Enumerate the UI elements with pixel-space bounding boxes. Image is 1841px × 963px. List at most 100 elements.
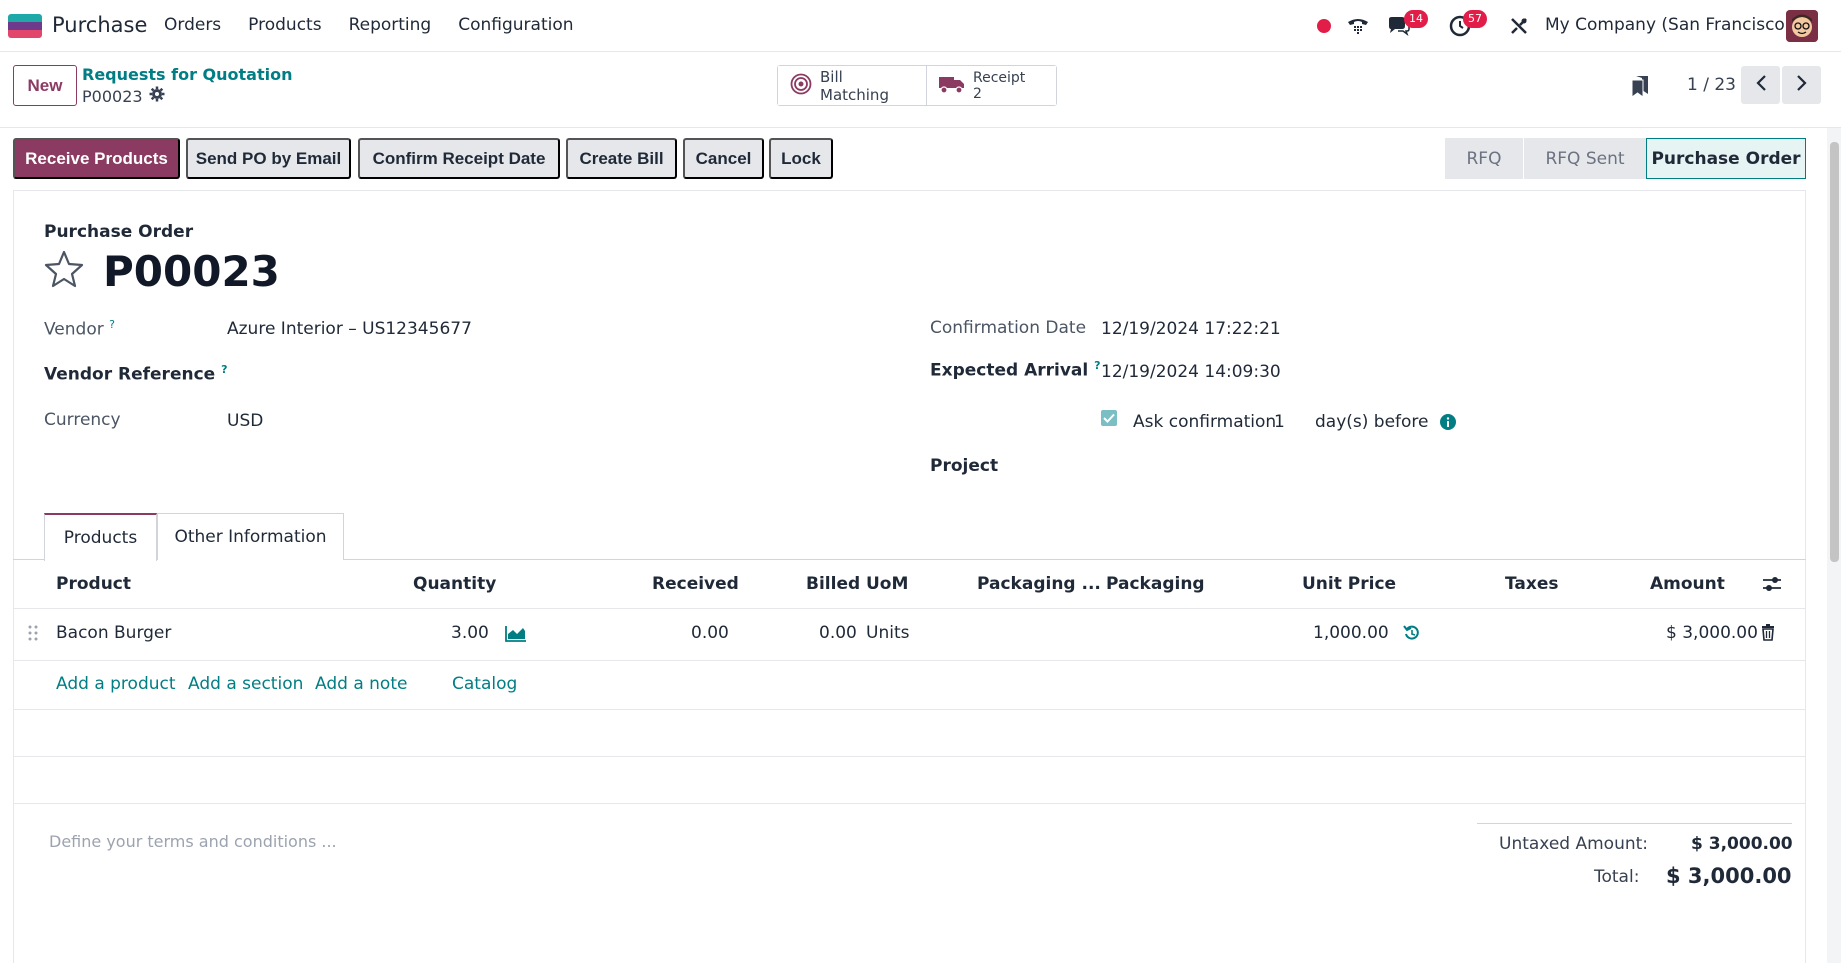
project-label: Project <box>930 456 999 476</box>
column-billed[interactable]: Billed <box>806 574 860 594</box>
user-avatar[interactable] <box>1786 10 1818 42</box>
menu-reporting[interactable]: Reporting <box>349 15 432 35</box>
pager-value[interactable]: 1 / 23 <box>1687 75 1736 95</box>
activity-badge: 57 <box>1463 10 1487 28</box>
vendor-field[interactable]: Azure Interior – US12345677 <box>227 319 472 339</box>
phone-icon[interactable] <box>1346 14 1370 38</box>
add-note-link[interactable]: Add a note <box>315 674 407 694</box>
column-taxes[interactable]: Taxes <box>1505 574 1559 594</box>
chat-badge: 14 <box>1404 10 1428 28</box>
app-name[interactable]: Purchase <box>52 13 147 37</box>
totals-divider <box>1477 823 1792 824</box>
main-menu: Orders Products Reporting Configuration <box>164 15 574 35</box>
create-bill-button[interactable]: Create Bill <box>566 138 677 179</box>
column-unit-price[interactable]: Unit Price <box>1302 574 1396 594</box>
row-uom[interactable]: Units <box>866 623 909 643</box>
ask-confirmation-days-input[interactable]: 1 <box>1274 412 1285 432</box>
recording-dot-icon[interactable] <box>1312 14 1336 38</box>
confirmation-date-field[interactable]: 12/19/2024 17:22:21 <box>1101 319 1281 339</box>
cancel-button[interactable]: Cancel <box>683 138 764 179</box>
smart-buttons: Bill Matching Receipt 2 <box>777 65 1057 106</box>
tab-other-information[interactable]: Other Information <box>157 513 344 560</box>
empty-row-divider-1 <box>13 756 1806 757</box>
expected-arrival-help[interactable]: ? <box>1094 359 1100 372</box>
drag-handle-icon[interactable] <box>28 624 38 647</box>
new-button[interactable]: New <box>13 65 77 106</box>
catalog-link[interactable]: Catalog <box>452 674 517 694</box>
pager-previous-button[interactable] <box>1741 66 1780 104</box>
gear-icon[interactable] <box>149 86 165 106</box>
add-product-link[interactable]: Add a product <box>56 674 176 694</box>
trash-icon[interactable] <box>1761 624 1775 646</box>
purchase-app-icon[interactable] <box>8 14 42 38</box>
column-amount[interactable]: Amount <box>1650 574 1725 594</box>
column-product[interactable]: Product <box>56 574 131 594</box>
expected-arrival-label-text: Expected Arrival <box>930 360 1089 381</box>
column-packaging[interactable]: Packaging <box>1106 574 1205 594</box>
bill-matching-button[interactable]: Bill Matching <box>778 66 926 105</box>
target-icon <box>790 73 812 99</box>
stage-purchase-order[interactable]: Purchase Order <box>1646 138 1806 179</box>
optional-columns-icon[interactable] <box>1762 575 1782 598</box>
receive-products-button[interactable]: Receive Products <box>13 138 180 179</box>
document-name: P00023 <box>103 247 280 296</box>
row-quantity[interactable]: 3.00 <box>451 623 489 643</box>
star-icon[interactable] <box>44 250 84 293</box>
confirm-receipt-date-button[interactable]: Confirm Receipt Date <box>358 138 560 179</box>
header-divider <box>0 127 1841 128</box>
column-packaging-qty[interactable]: Packaging ... <box>977 574 1101 594</box>
column-quantity[interactable]: Quantity <box>413 574 496 594</box>
breadcrumb-current: P00023 <box>82 86 165 106</box>
days-before-label: day(s) before <box>1315 412 1429 432</box>
row-product[interactable]: Bacon Burger <box>56 623 171 643</box>
add-row-divider <box>13 709 1806 710</box>
forecast-chart-icon[interactable] <box>505 625 527 647</box>
truck-icon <box>939 74 965 98</box>
ask-confirmation-label: Ask confirmation <box>1133 412 1277 432</box>
info-icon[interactable] <box>1440 414 1456 435</box>
project-input[interactable] <box>1101 452 1701 478</box>
receipt-label: Receipt <box>973 69 1026 86</box>
lock-button[interactable]: Lock <box>769 138 833 179</box>
menu-configuration[interactable]: Configuration <box>458 15 573 35</box>
pager-next-button[interactable] <box>1782 66 1821 104</box>
send-po-email-button[interactable]: Send PO by Email <box>186 138 351 179</box>
column-uom[interactable]: UoM <box>866 574 908 594</box>
receipt-count: 2 <box>973 85 982 102</box>
row-received[interactable]: 0.00 <box>691 623 729 643</box>
stage-rfq[interactable]: RFQ <box>1445 138 1523 179</box>
vendor-reference-label-text: Vendor Reference <box>44 364 216 385</box>
page-scrollbar-thumb[interactable] <box>1830 142 1839 562</box>
vendor-reference-label: Vendor Reference ? <box>44 363 228 385</box>
company-switcher[interactable]: My Company (San Francisco) <box>1545 15 1791 35</box>
currency-field[interactable]: USD <box>227 411 263 431</box>
column-received[interactable]: Received <box>652 574 739 594</box>
confirmation-date-label: Confirmation Date <box>930 318 1087 338</box>
reset-price-icon[interactable] <box>1403 624 1421 647</box>
menu-orders[interactable]: Orders <box>164 15 221 35</box>
ask-confirmation-checkbox[interactable] <box>1101 410 1117 426</box>
untaxed-amount-label: Untaxed Amount: <box>1499 834 1649 854</box>
chevron-right-icon <box>1796 74 1808 97</box>
receipt-text: Receipt 2 <box>973 70 1025 102</box>
vendor-help[interactable]: ? <box>109 318 115 331</box>
row-amount: $ 3,000.00 <box>1666 623 1758 643</box>
terms-conditions-input[interactable]: Define your terms and conditions ... <box>49 832 337 851</box>
tab-products[interactable]: Products <box>44 513 157 561</box>
status-stages: RFQ RFQ Sent Purchase Order <box>1445 138 1806 179</box>
row-unit-price[interactable]: 1,000.00 <box>1313 623 1389 643</box>
top-navbar: Purchase Orders Products Reporting Confi… <box>0 0 1841 52</box>
add-section-link[interactable]: Add a section <box>188 674 303 694</box>
chevron-left-icon <box>1755 74 1767 97</box>
stage-rfq-sent[interactable]: RFQ Sent <box>1523 138 1646 179</box>
vendor-reference-input[interactable] <box>227 358 827 384</box>
breadcrumb-rfq-link[interactable]: Requests for Quotation <box>82 65 293 84</box>
currency-label: Currency <box>44 410 121 430</box>
menu-products[interactable]: Products <box>248 15 321 35</box>
bookmark-icon[interactable] <box>1630 74 1650 103</box>
receipt-button[interactable]: Receipt 2 <box>926 66 1056 105</box>
expected-arrival-field[interactable]: 12/19/2024 14:09:30 <box>1101 362 1281 382</box>
bill-matching-label: Bill Matching <box>820 67 889 104</box>
row-billed: 0.00 <box>819 623 857 643</box>
debug-tools-icon[interactable] <box>1507 14 1531 38</box>
